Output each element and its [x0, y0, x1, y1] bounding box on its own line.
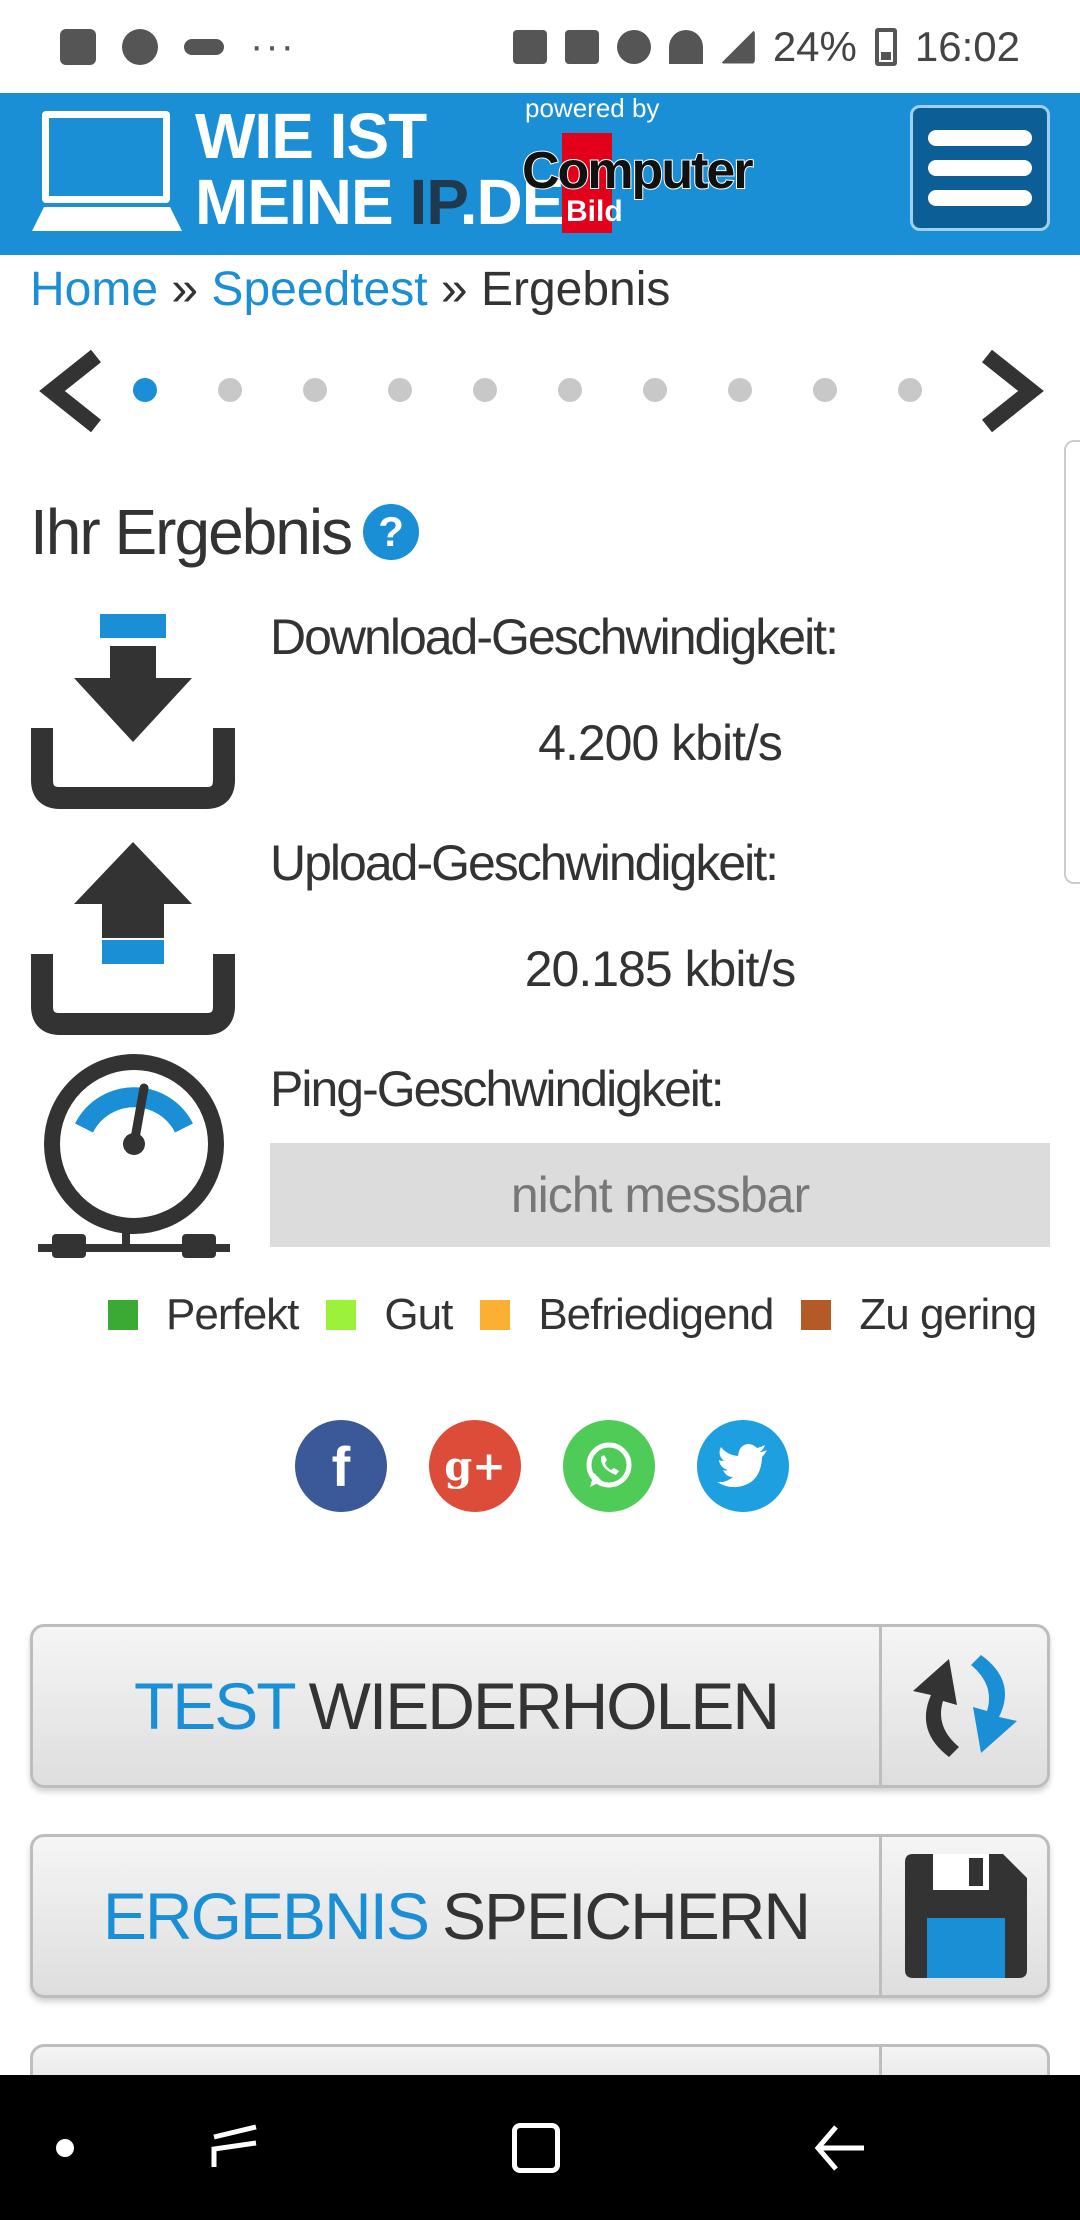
carousel-dot[interactable]	[643, 378, 667, 402]
save-side	[879, 1837, 1047, 1995]
repeat-test-button[interactable]: TEST WIEDERHOLEN	[30, 1624, 1050, 1788]
twitter-icon	[717, 1444, 767, 1488]
legend-swatch-perfekt	[108, 1300, 138, 1330]
battery-percent: 24%	[772, 22, 857, 70]
more-dots-icon: ···	[250, 24, 296, 68]
facebook-share-button[interactable]: f	[295, 1420, 387, 1512]
download-icon	[31, 614, 235, 809]
download-label: Download-Geschwindigkeit:	[270, 609, 839, 665]
signal-icon	[720, 29, 755, 64]
breadcrumb: Home » Speedtest » Ergebnis	[30, 262, 670, 317]
results-title: Ihr Ergebnis	[30, 496, 353, 568]
carousel-dot[interactable]	[558, 378, 582, 402]
carousel-dot[interactable]	[218, 378, 242, 402]
breadcrumb-separator: »	[158, 263, 212, 316]
speed-legend: Perfekt Gut Befriedigend Zu gering	[108, 1290, 1064, 1340]
legend-label-befriedigend: Befriedigend	[538, 1290, 774, 1339]
refresh-icon	[912, 1655, 1017, 1757]
refresh-side	[879, 1627, 1047, 1785]
save-result-label: ERGEBNIS SPEICHERN	[102, 1879, 811, 1953]
upload-value: 20.185 kbit/s	[524, 941, 797, 997]
carousel-dots	[133, 378, 922, 402]
system-nav-bar	[0, 2075, 1080, 2220]
menu-bar-icon	[928, 190, 1032, 206]
carousel-dot[interactable]	[728, 378, 752, 402]
carousel-dot[interactable]	[303, 378, 327, 402]
wifi-icon	[668, 29, 703, 64]
partner-sub: Bild	[566, 195, 623, 228]
legend-label-zu-gering: Zu gering	[859, 1290, 1037, 1339]
social-share-bar: f g+	[295, 1420, 789, 1512]
legend-swatch-befriedigend	[480, 1300, 511, 1330]
legend-swatch-zu-gering	[801, 1300, 832, 1330]
googleplus-share-button[interactable]: g+	[429, 1420, 521, 1512]
powered-by-text: powered by	[525, 93, 660, 123]
twitter-share-button[interactable]	[697, 1420, 789, 1512]
site-logo[interactable]: WIE IST MEINE IP.DE	[195, 100, 564, 238]
status-bar: ··· 24% 16:02	[0, 0, 1080, 93]
save-result-button[interactable]: ERGEBNIS SPEICHERN	[30, 1834, 1050, 1998]
chevron-left-icon[interactable]	[38, 348, 108, 434]
whatsapp-icon	[586, 1442, 632, 1488]
breadcrumb-speedtest-link[interactable]: Speedtest	[211, 263, 427, 316]
mute-icon	[564, 29, 599, 64]
clock: 16:02	[914, 22, 1020, 70]
carousel-nav	[0, 340, 1080, 440]
ghost-icon	[122, 28, 158, 65]
menu-bar-icon	[928, 130, 1032, 146]
legend-label-perfekt: Perfekt	[166, 1290, 299, 1339]
carousel-dot[interactable]	[388, 378, 412, 402]
facebook-icon: f	[331, 1434, 351, 1498]
legend-swatch-gut	[326, 1300, 357, 1330]
floppy-disk-icon	[904, 1854, 1027, 1978]
ping-label: Ping-Geschwindigkeit:	[270, 1061, 725, 1117]
download-value: 4.200 kbit/s	[538, 715, 783, 771]
breadcrumb-home-link[interactable]: Home	[30, 263, 158, 316]
carousel-dot[interactable]	[898, 378, 922, 402]
computer-bild-logo[interactable]: Computer Bild	[521, 133, 755, 233]
recent-apps-icon[interactable]	[210, 2123, 260, 2171]
gallery-icon	[60, 28, 96, 65]
scroll-indicator[interactable]	[1064, 440, 1080, 884]
hamburger-menu-button[interactable]	[910, 105, 1050, 231]
alarm-icon	[616, 29, 651, 64]
carousel-dot[interactable]	[813, 378, 837, 402]
googleplus-icon: g+	[444, 1442, 506, 1490]
bluetooth-icon	[512, 29, 547, 64]
help-icon[interactable]: ?	[363, 504, 420, 560]
menu-bar-icon	[928, 160, 1032, 176]
logo-line-1: WIE IST	[195, 100, 427, 172]
breadcrumb-separator: »	[427, 263, 481, 316]
breadcrumb-current: Ergebnis	[480, 263, 671, 316]
status-notification-icons: ···	[60, 24, 296, 69]
upload-label: Upload-Geschwindigkeit:	[270, 835, 779, 891]
partner-name: Computer	[521, 141, 755, 201]
legend-label-gut: Gut	[384, 1290, 453, 1339]
ping-value: nicht messbar	[270, 1143, 1050, 1247]
nav-dot-icon[interactable]	[56, 2139, 74, 2157]
status-system-icons: 24% 16:02	[512, 22, 1020, 71]
battery-icon	[874, 27, 897, 66]
home-button-icon[interactable]	[512, 2123, 560, 2173]
repeat-test-label: TEST WIEDERHOLEN	[133, 1669, 780, 1743]
upload-icon	[31, 842, 235, 1035]
site-header: WIE IST MEINE IP.DE powered by Computer …	[0, 93, 1080, 255]
carousel-dot[interactable]	[133, 378, 157, 402]
carousel-dot[interactable]	[473, 378, 497, 402]
chevron-right-icon[interactable]	[975, 348, 1045, 434]
results-heading: Ihr Ergebnis ?	[30, 495, 420, 569]
whatsapp-share-button[interactable]	[563, 1420, 655, 1512]
key-icon	[184, 38, 224, 55]
ping-gauge-icon	[38, 1054, 230, 1258]
back-arrow-icon[interactable]	[812, 2121, 868, 2175]
logo-line-2: MEINE IP.DE	[195, 166, 564, 238]
laptop-logo-icon[interactable]	[32, 111, 182, 233]
